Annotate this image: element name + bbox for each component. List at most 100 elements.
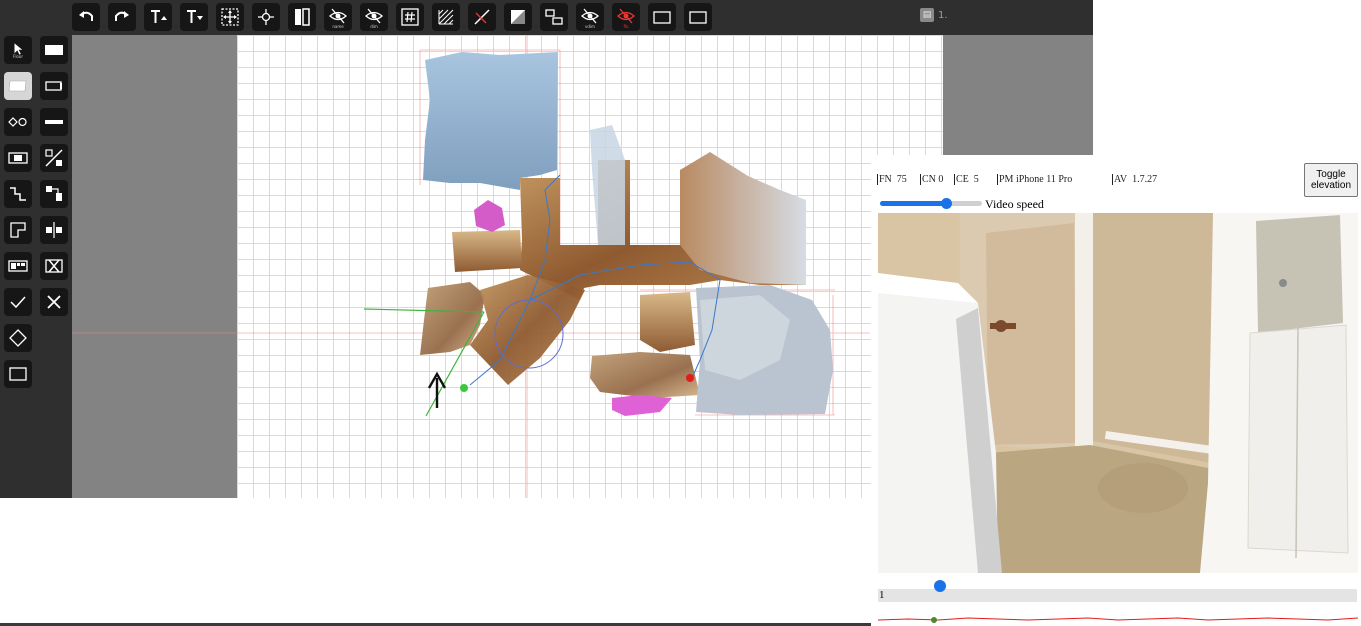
select-floor-caption: Floor: [13, 53, 23, 59]
page-icon: ▤: [920, 8, 934, 22]
thin-wall-icon: [45, 120, 63, 124]
cancel-tool[interactable]: [40, 288, 68, 316]
toggle-flo-caption: flo: [623, 23, 629, 29]
info-fn: FN 75: [877, 174, 907, 185]
align-tool[interactable]: [40, 216, 68, 244]
line-tool-button[interactable]: [468, 3, 496, 31]
video-speed-label: Video speed: [985, 197, 1044, 211]
stairs-tool[interactable]: [4, 180, 32, 208]
opening-tool[interactable]: [4, 108, 32, 136]
center-button[interactable]: [252, 3, 280, 31]
split-view-button[interactable]: [288, 3, 316, 31]
diagonal-wall-icon: [45, 149, 63, 167]
info-av: AV 1.7.27: [1112, 174, 1158, 185]
fill-button[interactable]: [504, 3, 532, 31]
fit-view-button[interactable]: [216, 3, 244, 31]
window-tool[interactable]: [4, 144, 32, 172]
text-decrease-button[interactable]: [180, 3, 208, 31]
scan-room-small: [640, 292, 695, 352]
position-marker: [686, 374, 694, 382]
elevation-line: [878, 617, 1358, 621]
info-pm: PM iPhone 11 Pro: [997, 174, 1073, 185]
frame-number: 1: [879, 589, 885, 601]
toggle-elevation-button[interactable]: Toggle elevation: [1304, 163, 1358, 197]
left-tool-panel: Floor: [0, 35, 72, 498]
video-speed-thumb[interactable]: [940, 198, 952, 209]
diagonal-line-icon: [474, 9, 490, 25]
select-floor-tool[interactable]: Floor: [4, 36, 32, 64]
timeline: 1: [878, 580, 1358, 602]
door-icon: [45, 81, 62, 91]
grid-number-icon: [401, 8, 419, 26]
floor-plane-icon: [8, 80, 27, 92]
toggle-name-button[interactable]: name: [324, 3, 352, 31]
floor-plane-tool[interactable]: [4, 72, 32, 100]
undo-icon: [79, 11, 93, 21]
timeline-slider[interactable]: [878, 589, 1357, 602]
rectangle-tool[interactable]: [4, 360, 32, 388]
video-frame[interactable]: [878, 213, 1358, 573]
redo-icon: [115, 11, 129, 21]
scan-doorway-light: [590, 125, 625, 245]
split-tool[interactable]: [40, 180, 68, 208]
grid-number-button[interactable]: [396, 3, 424, 31]
opening-icon: [8, 117, 27, 127]
toggle-flo-button[interactable]: flo: [612, 3, 640, 31]
align-boxes-button[interactable]: [540, 3, 568, 31]
corner-icon: [10, 222, 26, 238]
hatch-button[interactable]: [432, 3, 460, 31]
scan-diagonal-connector: [470, 275, 585, 385]
toggle-dim-button[interactable]: dim: [360, 3, 388, 31]
scan-room-bottom-middle: [590, 352, 700, 398]
undo-button[interactable]: [72, 3, 100, 31]
rectangle-b-button[interactable]: [684, 3, 712, 31]
north-arrow: [427, 371, 447, 408]
scan-room-upper-right: [680, 152, 806, 285]
close-icon: [47, 295, 61, 309]
text-decrease-icon: [187, 10, 203, 23]
rectangle-a-button[interactable]: [648, 3, 676, 31]
cabinet-tool[interactable]: [4, 252, 32, 280]
text-increase-icon: [151, 10, 167, 23]
toggle-name-caption: name: [332, 23, 344, 29]
stairs-icon: [10, 187, 26, 201]
check-icon: [10, 296, 26, 309]
diagonal-wall-tool[interactable]: [40, 144, 68, 172]
thin-wall-tool[interactable]: [40, 108, 68, 136]
door-tool[interactable]: [40, 72, 68, 100]
scan-room-left-middle: [452, 230, 522, 272]
page-indicator[interactable]: ▤ 1.: [920, 8, 948, 22]
video-speed-slider[interactable]: [880, 198, 982, 209]
remove-opening-tool[interactable]: [40, 252, 68, 280]
toggle-dim-caption: dim: [370, 23, 378, 29]
split-icon: [46, 186, 62, 201]
page-indicator-label: 1.: [938, 9, 948, 21]
corner-tool[interactable]: [4, 216, 32, 244]
toggle-vdim-caption: vdim: [585, 23, 595, 29]
info-cn: CN 0: [920, 174, 944, 185]
diamond-icon: [9, 329, 27, 347]
toggle-vdim-button[interactable]: vdim: [576, 3, 604, 31]
eye-slash-icon: [329, 8, 347, 23]
rectangle-icon: [9, 367, 27, 381]
app-root: name dim vdim flo ▤ 1. Floor FN 75 CN 0 …: [0, 0, 1361, 626]
video-panel: FN 75 CN 0 CE 5 PM iPhone 11 Pro AV 1.7.…: [871, 155, 1361, 626]
eye-slash-icon: [365, 8, 383, 23]
top-toolbar: name dim vdim flo ▤ 1.: [0, 0, 1093, 35]
scan-room-top-left: [423, 52, 558, 190]
elevation-marker: [931, 617, 937, 623]
video-speed-fill: [880, 201, 947, 206]
window-icon: [8, 152, 28, 164]
wall-block-tool[interactable]: [40, 36, 68, 64]
text-increase-button[interactable]: [144, 3, 172, 31]
video-frame-image: [878, 213, 1358, 573]
scan-pink-object-bottom: [612, 395, 672, 416]
scan-pink-object: [474, 200, 505, 232]
align-boxes-icon: [545, 9, 563, 25]
fill-icon: [511, 10, 525, 24]
info-ce: CE 5: [954, 174, 979, 185]
redo-button[interactable]: [108, 3, 136, 31]
diamond-tool[interactable]: [4, 324, 32, 352]
confirm-tool[interactable]: [4, 288, 32, 316]
align-icon: [46, 222, 62, 238]
